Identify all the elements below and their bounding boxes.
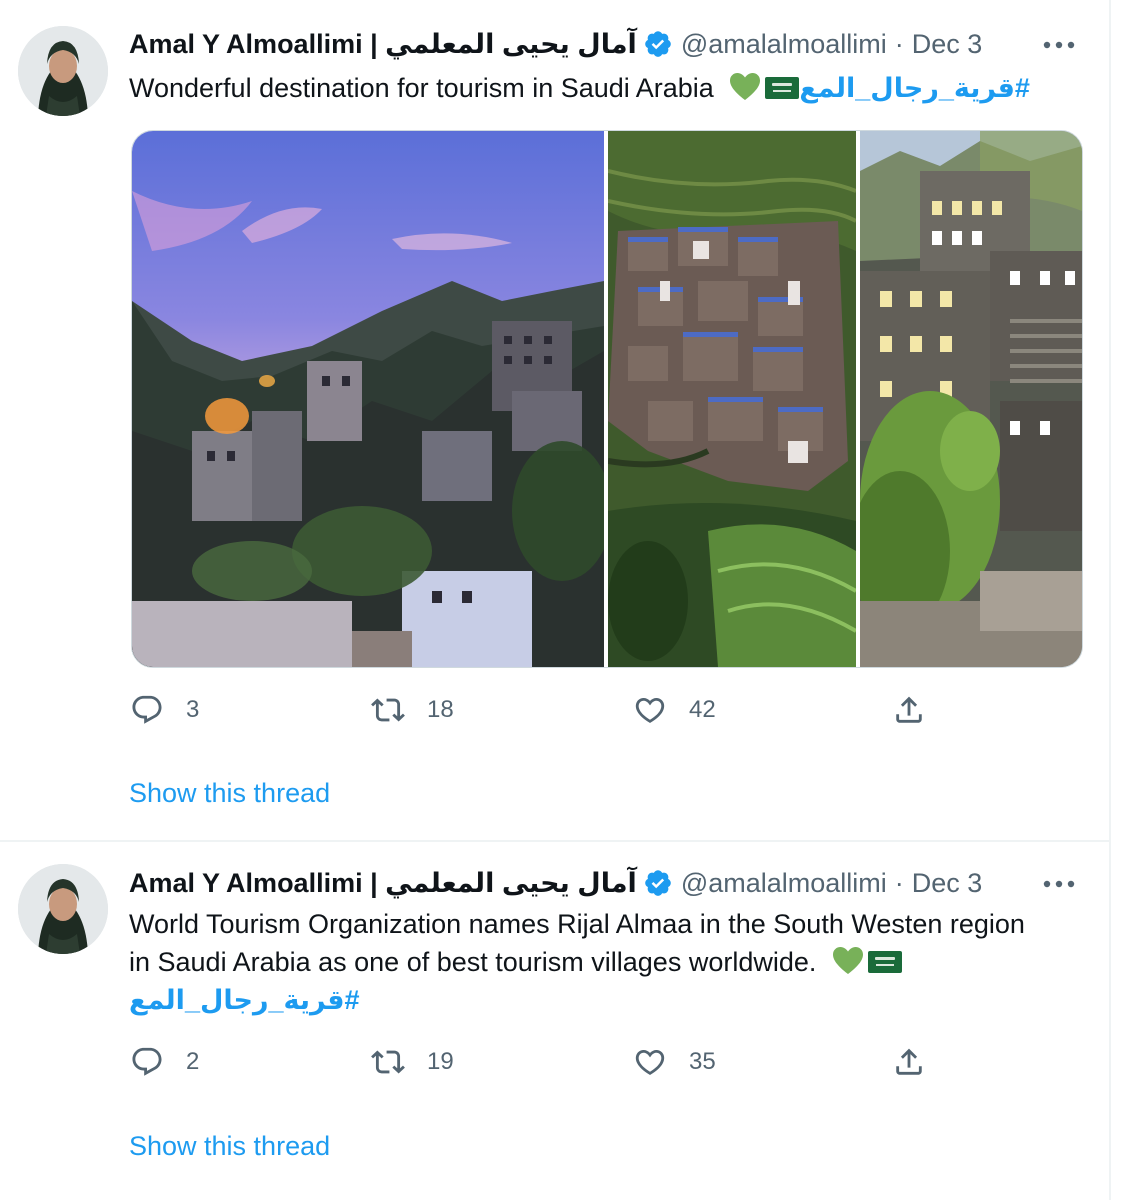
share-icon xyxy=(896,696,922,723)
reply-button[interactable]: 3 xyxy=(130,690,199,730)
heart-icon xyxy=(635,1049,665,1075)
tweet-header: Amal Y Almoallimi | آمال يحيى المعلمي @a… xyxy=(129,26,982,62)
avatar[interactable] xyxy=(18,26,108,116)
photo-terraced-village xyxy=(608,131,856,667)
show-thread-link[interactable]: Show this thread xyxy=(129,1131,330,1162)
reply-icon xyxy=(132,695,162,724)
show-thread-link[interactable]: Show this thread xyxy=(129,778,330,809)
tweet-text-body: Wonderful destination for tourism in Sau… xyxy=(129,73,714,103)
tweet-photo[interactable] xyxy=(608,131,856,667)
tweet-text-line: World Tourism Organization names Rijal A… xyxy=(129,909,1025,939)
retweet-icon xyxy=(371,698,405,722)
photo-village-dusk xyxy=(132,131,604,667)
display-name[interactable]: Amal Y Almoallimi | آمال يحيى المعلمي xyxy=(129,868,637,899)
reply-icon xyxy=(132,1047,162,1076)
more-options-icon[interactable] xyxy=(1039,30,1079,60)
verified-badge-icon xyxy=(643,868,673,898)
retweet-icon xyxy=(371,1050,405,1074)
tweet-date[interactable]: Dec 3 xyxy=(912,868,983,899)
tweet[interactable]: Amal Y Almoallimi | آمال يحيى المعلمي @a… xyxy=(0,0,1109,842)
retweet-button[interactable]: 18 xyxy=(371,690,454,730)
reply-count: 3 xyxy=(186,696,200,723)
tweet-photo[interactable] xyxy=(132,131,604,667)
tweet-text-line: in Saudi Arabia as one of best tourism v… xyxy=(129,947,817,977)
like-count: 42 xyxy=(689,696,716,723)
tweet-text: Wonderful destination for tourism in Sau… xyxy=(129,69,1079,107)
separator-dot: · xyxy=(894,28,904,59)
green-heart-icon xyxy=(832,946,864,976)
retweet-count: 18 xyxy=(427,696,454,723)
avatar-image xyxy=(18,26,108,116)
display-name[interactable]: Amal Y Almoallimi | آمال يحيى المعلمي xyxy=(129,29,637,60)
reply-count: 2 xyxy=(186,1048,200,1075)
tweet[interactable]: Amal Y Almoallimi | آمال يحيى المعلمي @a… xyxy=(0,842,1109,1200)
timeline: Amal Y Almoallimi | آمال يحيى المعلمي @a… xyxy=(0,0,1111,1200)
photo-stone-towers xyxy=(860,131,1082,667)
media-grid xyxy=(131,130,1083,668)
like-count: 35 xyxy=(689,1048,716,1075)
green-heart-icon xyxy=(729,72,761,102)
hashtag-link[interactable]: #قرية_رجال_المع xyxy=(799,73,1030,103)
heart-icon xyxy=(635,697,665,723)
tweet-actions: 3 18 42 xyxy=(130,690,930,730)
retweet-button[interactable]: 19 xyxy=(371,1042,454,1082)
retweet-count: 19 xyxy=(427,1048,454,1075)
separator-dot: · xyxy=(894,867,904,898)
tweet-header: Amal Y Almoallimi | آمال يحيى المعلمي @a… xyxy=(129,865,982,901)
saudi-flag-icon xyxy=(765,77,800,99)
like-button[interactable]: 42 xyxy=(633,690,716,730)
avatar-image xyxy=(18,864,108,954)
tweet-actions: 2 19 35 xyxy=(130,1042,930,1082)
share-button[interactable] xyxy=(892,1042,926,1082)
hashtag-link[interactable]: #قرية_رجال_المع xyxy=(129,985,360,1015)
more-options-icon[interactable] xyxy=(1039,869,1079,899)
avatar[interactable] xyxy=(18,864,108,954)
tweet-text: World Tourism Organization names Rijal A… xyxy=(129,905,1079,1019)
user-handle[interactable]: @amalalmoallimi xyxy=(681,29,887,60)
share-icon xyxy=(896,1048,922,1075)
share-button[interactable] xyxy=(892,690,926,730)
user-handle[interactable]: @amalalmoallimi xyxy=(681,868,887,899)
tweet-text-line-with-emoji: in Saudi Arabia as one of best tourism v… xyxy=(129,943,1079,981)
tweet-date[interactable]: Dec 3 xyxy=(912,29,983,60)
saudi-flag-icon xyxy=(867,951,902,973)
verified-badge-icon xyxy=(643,29,673,59)
reply-button[interactable]: 2 xyxy=(130,1042,199,1082)
like-button[interactable]: 35 xyxy=(633,1042,716,1082)
tweet-photo[interactable] xyxy=(860,131,1082,667)
